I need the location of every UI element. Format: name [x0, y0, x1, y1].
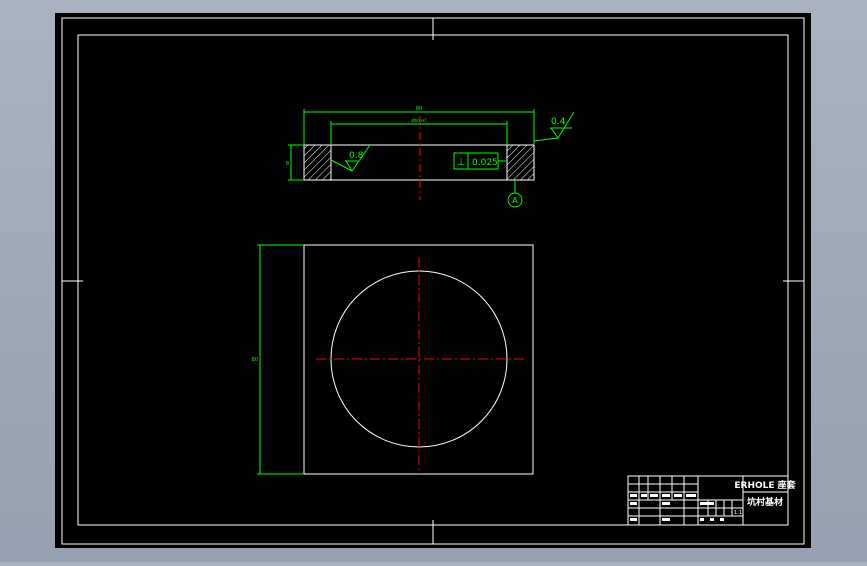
- datum-label: A: [512, 196, 518, 205]
- hatch-right: [506, 144, 535, 181]
- plan-height-text: 80: [252, 357, 258, 363]
- roughness-inner-text: 0.8: [349, 151, 364, 161]
- tolerance-value: 0.025: [472, 158, 498, 168]
- dim-inner-text: Ø60 H7: [411, 118, 427, 123]
- cad-drawing: 80 Ø60 H7 8 0.8 0.4 ⊥ 0.025 A 80 1:1 ERH…: [55, 13, 811, 548]
- dim-overall-text: 80: [416, 106, 422, 112]
- tolerance-symbol: ⊥: [457, 157, 466, 168]
- title-drawing-number: 坑村基材: [747, 496, 783, 508]
- drawing-sheet: [55, 13, 811, 548]
- title-scale: 1:1: [734, 510, 742, 516]
- dim-height-text: 8: [286, 161, 289, 167]
- roughness-outer-text: 0.4: [551, 117, 566, 127]
- title-part-name: ERHOLE 座套: [734, 479, 796, 491]
- hatch-left: [303, 144, 332, 181]
- cad-viewport: 80 Ø60 H7 8 0.8 0.4 ⊥ 0.025 A 80 1:1 ERH…: [0, 0, 867, 562]
